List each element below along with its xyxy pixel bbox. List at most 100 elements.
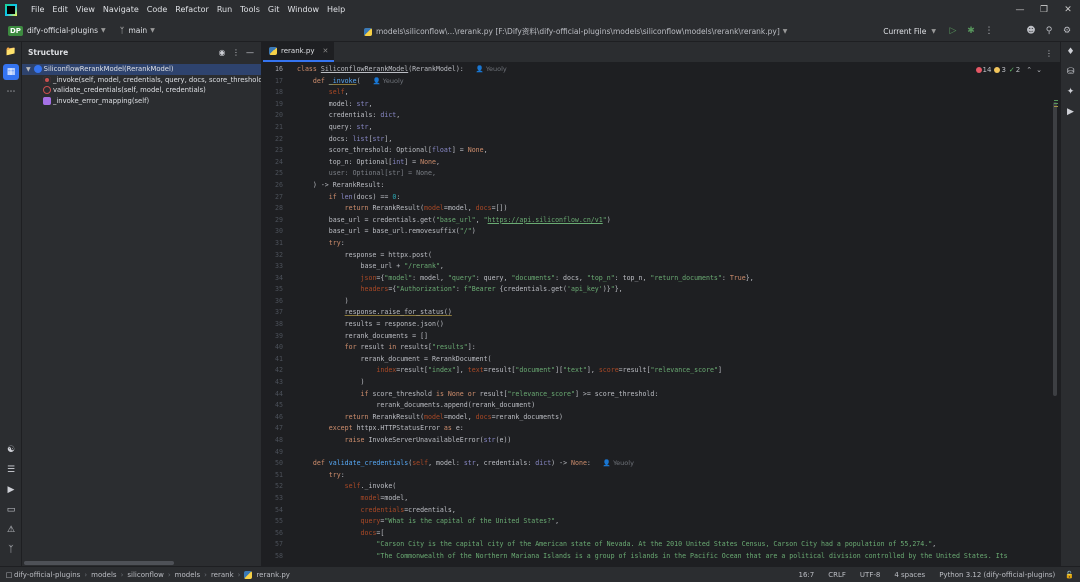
code-line[interactable]: 48 raise InvokeServerUnavailableError(st…: [263, 435, 1060, 447]
tab-rerank-py[interactable]: rerank.py ✕: [263, 41, 335, 62]
structure-icon[interactable]: ▦: [3, 64, 19, 80]
menu-code[interactable]: Code: [143, 0, 171, 20]
code-line[interactable]: 47 except httpx.HTTPStatusError as e:: [263, 423, 1060, 435]
notifications-icon[interactable]: ♦: [1061, 42, 1080, 62]
line-number[interactable]: 35: [263, 284, 285, 296]
line-number[interactable]: 39: [263, 331, 285, 343]
warning-count[interactable]: 3: [994, 66, 1006, 74]
code-line[interactable]: 50 def validate_credentials(self, model:…: [263, 458, 1060, 470]
python-interpreter[interactable]: Python 3.12 (dify-official-plugins): [939, 571, 1055, 579]
vertical-scrollbar-thumb[interactable]: [1053, 102, 1057, 396]
menu-refactor[interactable]: Refactor: [171, 0, 213, 20]
menu-edit[interactable]: Edit: [48, 0, 72, 20]
line-number[interactable]: 17: [263, 76, 285, 88]
tree-item-property[interactable]: _invoke_error_mapping(self): [22, 96, 261, 107]
code-line[interactable]: 32 response = httpx.post(: [263, 250, 1060, 262]
more-icon[interactable]: ⋮: [980, 22, 998, 40]
code-line[interactable]: 20 credentials: dict,: [263, 110, 1060, 122]
line-number[interactable]: 45: [263, 400, 285, 412]
code-line[interactable]: 23 score_threshold: Optional[float] = No…: [263, 145, 1060, 157]
branch-selector[interactable]: ᛉ main ▼: [120, 26, 155, 35]
run-config-selector[interactable]: Current File: [883, 27, 926, 36]
pycharm-logo-icon[interactable]: [5, 4, 17, 16]
code-line[interactable]: 25 user: Optional[str] = None,: [263, 168, 1060, 180]
menu-tools[interactable]: Tools: [236, 0, 264, 20]
line-number[interactable]: 37: [263, 307, 285, 319]
menu-help[interactable]: Help: [323, 0, 349, 20]
hide-panel-icon[interactable]: —: [243, 45, 257, 59]
search-icon[interactable]: ⚲: [1040, 22, 1058, 40]
code-line[interactable]: 26 ) -> RerankResult:: [263, 180, 1060, 192]
code-line[interactable]: 17 def _invoke(👤 Yeuoly: [263, 76, 1060, 88]
problems-icon[interactable]: ⚠: [0, 520, 22, 540]
code-line[interactable]: 45 rerank_documents.append(rerank_docume…: [263, 400, 1060, 412]
eye-icon[interactable]: ◉: [215, 45, 229, 59]
layers-icon[interactable]: ☰: [0, 460, 22, 480]
line-number[interactable]: 28: [263, 203, 285, 215]
line-number[interactable]: 29: [263, 215, 285, 227]
close-icon[interactable]: ✕: [323, 47, 329, 55]
run-icon[interactable]: ▷: [944, 22, 962, 40]
line-number[interactable]: 16: [263, 64, 285, 76]
code-line[interactable]: 34 json={"model": model, "query": query,…: [263, 273, 1060, 285]
account-icon[interactable]: ☻: [1022, 22, 1040, 40]
menu-view[interactable]: View: [72, 0, 99, 20]
code-line[interactable]: 21 query: str,: [263, 122, 1060, 134]
tree-item-class[interactable]: ▼ SiliconflowRerankModel(RerankModel): [22, 64, 261, 75]
code-line[interactable]: 54 credentials=credentials,: [263, 505, 1060, 517]
tree-item-method[interactable]: validate_credentials(self, model, creden…: [22, 85, 261, 96]
line-number[interactable]: 57: [263, 539, 285, 551]
line-number[interactable]: 21: [263, 122, 285, 134]
chevron-down-icon[interactable]: ⌄: [1036, 66, 1042, 74]
line-number[interactable]: 24: [263, 157, 285, 169]
code-line[interactable]: 51 try:: [263, 470, 1060, 482]
line-number[interactable]: 32: [263, 250, 285, 262]
code-area[interactable]: 16 class SiliconflowRerankModel(RerankMod…: [263, 64, 1060, 566]
code-line[interactable]: 27 if len(docs) == 0:: [263, 192, 1060, 204]
line-number[interactable]: 47: [263, 423, 285, 435]
line-number[interactable]: 31: [263, 238, 285, 250]
line-number[interactable]: 48: [263, 435, 285, 447]
code-line[interactable]: 41 rerank_document = RerankDocument(: [263, 354, 1060, 366]
code-line[interactable]: 49: [263, 447, 1060, 459]
line-number[interactable]: 19: [263, 99, 285, 111]
more-tools-icon[interactable]: ⋯: [0, 82, 22, 102]
code-line[interactable]: 58 "The Commonwealth of the Northern Mar…: [263, 551, 1060, 563]
lock-icon[interactable]: 🔓: [1065, 571, 1074, 579]
python-packages-icon[interactable]: ☯: [0, 440, 22, 460]
python-console-icon[interactable]: ▶: [1061, 102, 1080, 122]
line-number[interactable]: 36: [263, 296, 285, 308]
line-number[interactable]: 40: [263, 342, 285, 354]
menu-run[interactable]: Run: [213, 0, 236, 20]
line-number[interactable]: 18: [263, 87, 285, 99]
breadcrumb-item[interactable]: models: [91, 571, 116, 579]
code-line[interactable]: 44 if score_threshold is None or result[…: [263, 389, 1060, 401]
indent-settings[interactable]: 4 spaces: [894, 571, 925, 579]
error-count[interactable]: 14: [975, 66, 991, 74]
code-line[interactable]: 52 self._invoke(: [263, 481, 1060, 493]
project-folder-icon[interactable]: 📁: [0, 42, 22, 62]
line-number[interactable]: 34: [263, 273, 285, 285]
debug-icon[interactable]: ✱: [962, 22, 980, 40]
line-number[interactable]: 27: [263, 192, 285, 204]
ai-assistant-icon[interactable]: ✦: [1061, 82, 1080, 102]
breadcrumb-item[interactable]: rerank.py: [256, 571, 290, 579]
code-line[interactable]: 29 base_url = credentials.get("base_url"…: [263, 215, 1060, 227]
more-icon[interactable]: ⋮: [229, 45, 243, 59]
tree-item-method[interactable]: _invoke(self, model, credentials, query,…: [22, 75, 261, 86]
code-line[interactable]: 33 base_url + "/rerank",: [263, 261, 1060, 273]
breadcrumb-item[interactable]: models: [175, 571, 200, 579]
line-number[interactable]: 20: [263, 110, 285, 122]
code-line[interactable]: 31 try:: [263, 238, 1060, 250]
code-line[interactable]: 18 self,: [263, 87, 1060, 99]
close-icon[interactable]: ✕: [1056, 0, 1080, 20]
line-number[interactable]: 23: [263, 145, 285, 157]
code-line[interactable]: 56 docs=[: [263, 528, 1060, 540]
code-line[interactable]: 53 model=model,: [263, 493, 1060, 505]
scrollbar-thumb[interactable]: [24, 561, 174, 565]
menu-file[interactable]: File: [27, 0, 48, 20]
code-line[interactable]: 57 "Carson City is the capital city of t…: [263, 539, 1060, 551]
line-number[interactable]: 46: [263, 412, 285, 424]
code-line[interactable]: 16 class SiliconflowRerankModel(RerankMod…: [263, 64, 1060, 76]
code-line[interactable]: 42 index=result["index"], text=result["d…: [263, 365, 1060, 377]
